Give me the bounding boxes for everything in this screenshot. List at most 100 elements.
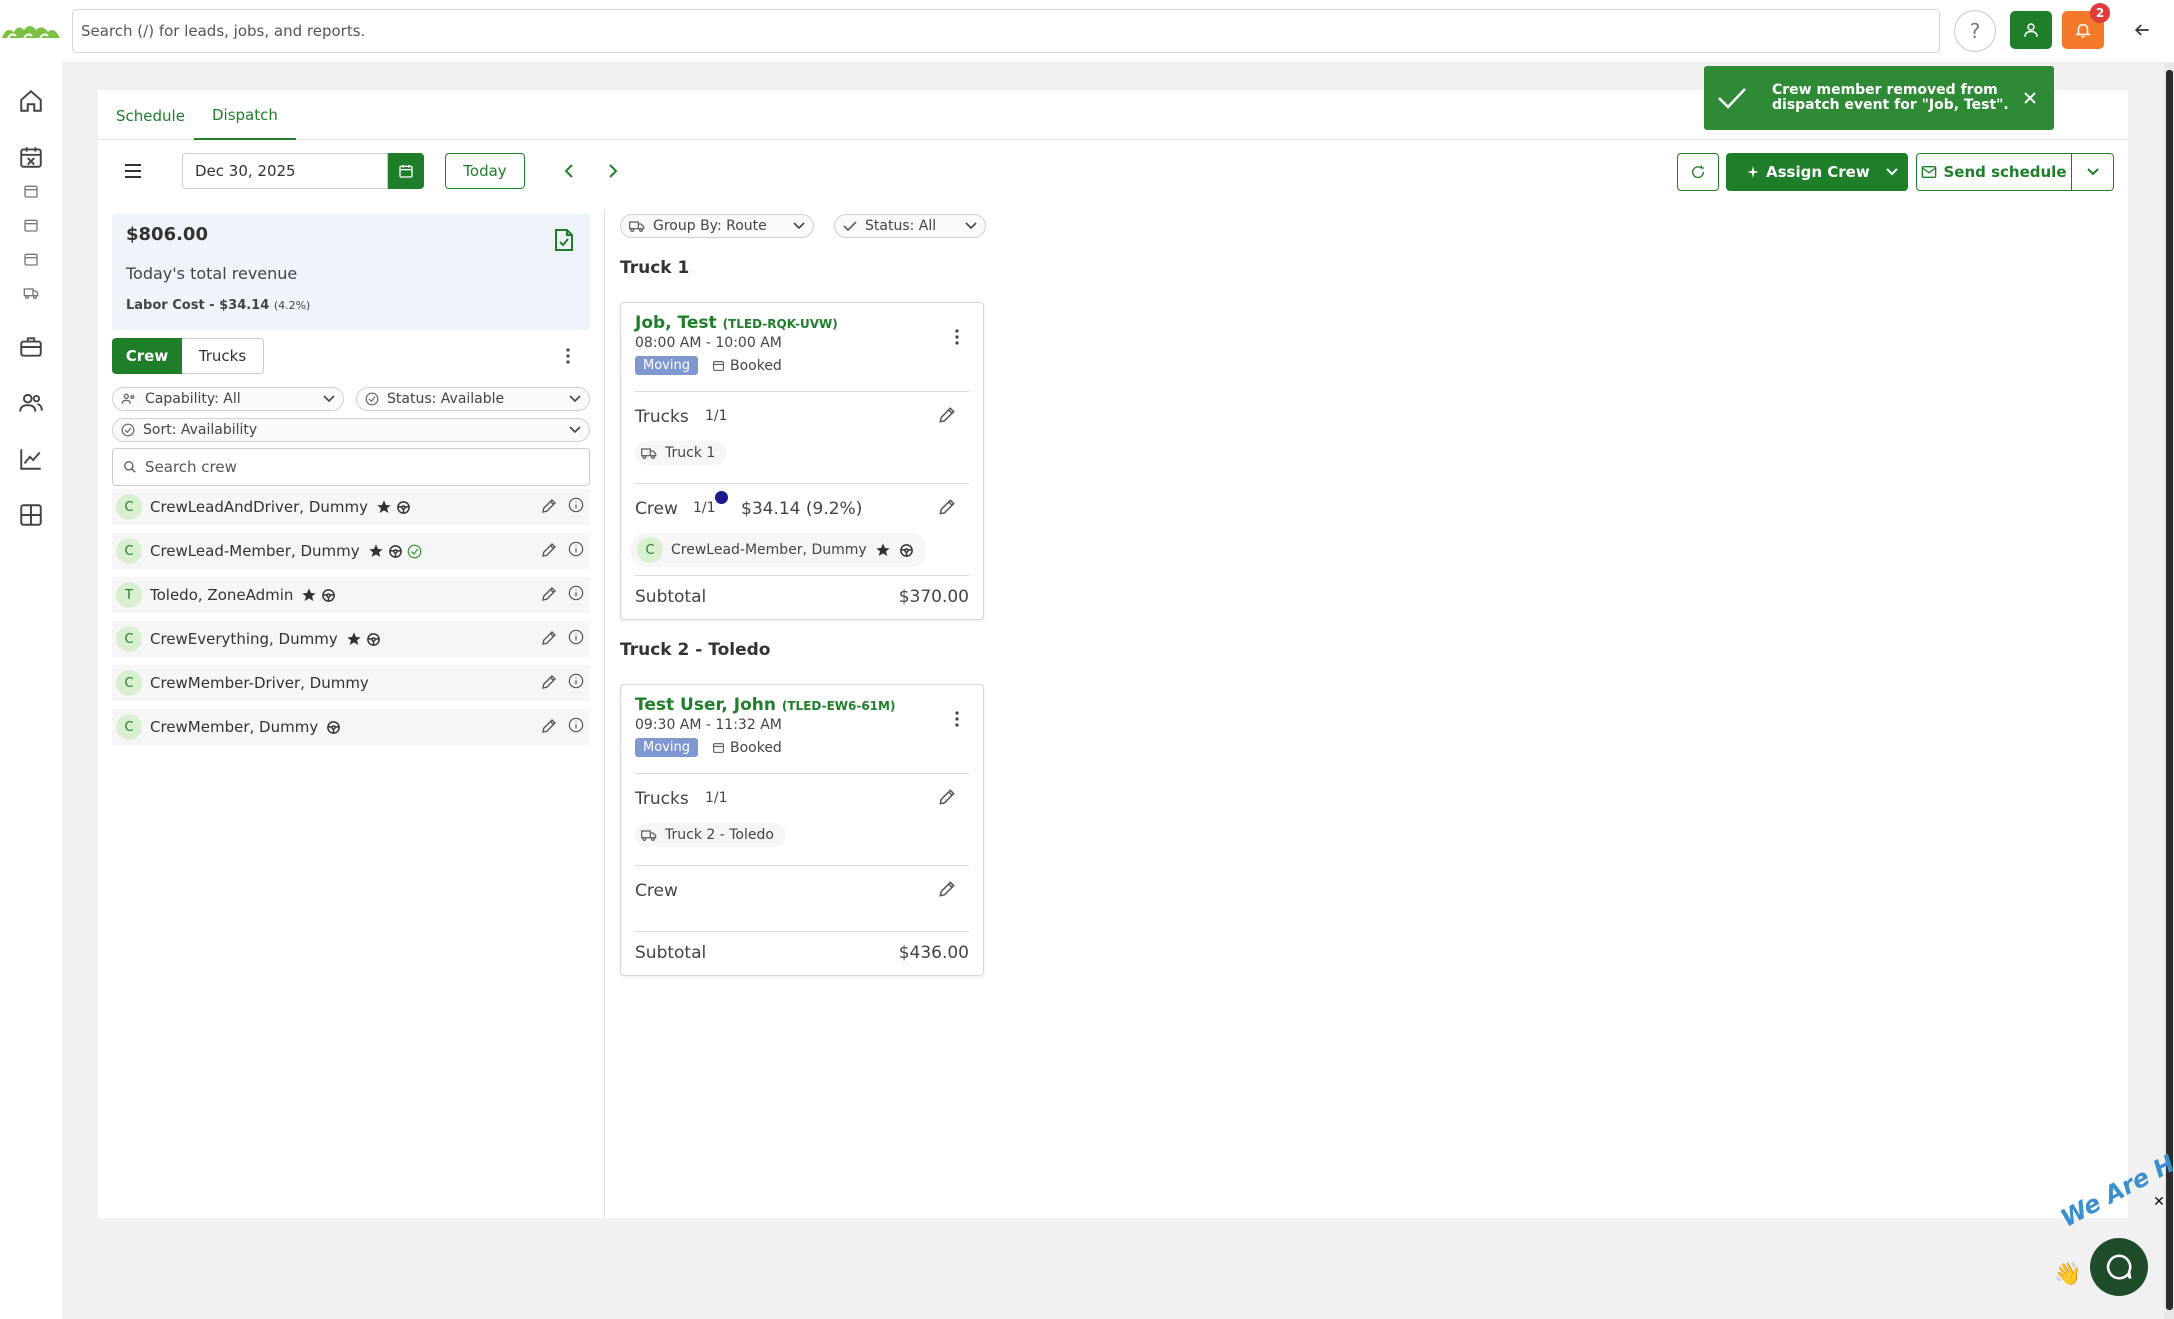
chat-launcher-button[interactable]: [2090, 1238, 2148, 1296]
date-input[interactable]: Dec 30, 2025: [182, 153, 388, 189]
calendar-dispatch-icon[interactable]: [16, 142, 46, 172]
status-filter[interactable]: Status: Available: [356, 387, 590, 411]
chat-close-button[interactable]: ✕: [2152, 1194, 2166, 1210]
menu-toggle-button[interactable]: [120, 158, 146, 184]
edit-trucks-button[interactable]: [937, 405, 959, 427]
previous-day-button[interactable]: [556, 158, 582, 184]
job-time: 09:30 AM - 11:32 AM: [635, 717, 782, 733]
info-icon: [568, 541, 584, 557]
capability-filter[interactable]: Capability: All: [112, 387, 344, 411]
crew-member-chip[interactable]: C CrewLead-Member, Dummy: [631, 533, 926, 567]
revenue-report-icon[interactable]: [553, 228, 577, 252]
revenue-label: Today's total revenue: [126, 264, 298, 283]
crew-badges: [301, 587, 336, 603]
chat-bubble-icon: [2106, 1254, 2132, 1280]
crew-row-actions: [540, 629, 584, 647]
edit-crew-member-button[interactable]: [540, 541, 558, 559]
edit-crew-member-button[interactable]: [540, 497, 558, 515]
waving-hand-icon: 👋: [2054, 1262, 2082, 1287]
job-code: (TLED-EW6-61M): [781, 699, 896, 713]
edit-crew-member-button[interactable]: [540, 717, 558, 735]
route-title: Truck 2 - Toledo: [620, 640, 771, 660]
segment-crew[interactable]: Crew: [112, 338, 182, 374]
avatar: C: [116, 538, 142, 564]
company-logo[interactable]: [0, 16, 62, 46]
crew-list-item[interactable]: C CrewEverything, Dummy: [112, 621, 590, 657]
tab-dispatch[interactable]: Dispatch: [194, 92, 296, 140]
people-icon[interactable]: [16, 388, 46, 418]
crew-member-info-button[interactable]: [568, 673, 584, 691]
group-by-filter[interactable]: Group By: Route: [620, 214, 814, 238]
edit-trucks-button[interactable]: [937, 787, 959, 809]
crew-member-info-button[interactable]: [568, 585, 584, 603]
status-filter-label: Status: Available: [387, 391, 505, 407]
briefcase-icon[interactable]: [16, 332, 46, 362]
crew-count: 1/1: [693, 500, 716, 516]
job-name[interactable]: Job, Test (TLED-RQK-UVW): [635, 313, 838, 333]
edit-crew-member-button[interactable]: [540, 629, 558, 647]
calendar-sub-icon-1[interactable]: [22, 182, 40, 200]
kebab-icon: [566, 348, 570, 364]
avatar: T: [116, 582, 142, 608]
segment-trucks[interactable]: Trucks: [182, 338, 264, 374]
help-icon: ?: [1969, 19, 1981, 43]
calendar-picker-button[interactable]: [388, 153, 424, 189]
crew-member-info-button[interactable]: [568, 629, 584, 647]
edit-crew-member-button[interactable]: [540, 673, 558, 691]
job-card[interactable]: Test User, John (TLED-EW6-61M) 09:30 AM …: [620, 684, 984, 976]
today-button[interactable]: Today: [445, 153, 525, 189]
check-circle-icon: [121, 423, 135, 437]
chevron-down-icon: [1886, 168, 1898, 176]
crew-list-item[interactable]: T Toledo, ZoneAdmin: [112, 577, 590, 613]
user-profile-button[interactable]: [2010, 11, 2052, 49]
chevron-down-icon: [793, 222, 805, 230]
route-title: Truck 1: [620, 258, 690, 278]
panel-divider: [604, 210, 605, 1218]
crew-name: CrewMember-Driver, Dummy: [150, 674, 369, 692]
send-schedule-dropdown[interactable]: [2072, 153, 2114, 191]
crew-member-info-button[interactable]: [568, 717, 584, 735]
tab-schedule[interactable]: Schedule: [98, 92, 203, 140]
edit-crew-member-button[interactable]: [540, 585, 558, 603]
calendar-sub-icon-2[interactable]: [22, 216, 40, 234]
job-menu-button[interactable]: [947, 325, 967, 349]
assign-crew-button[interactable]: Assign Crew: [1726, 153, 1908, 191]
notification-count-badge: 2: [2090, 3, 2110, 23]
sort-filter[interactable]: Sort: Availability: [112, 418, 590, 442]
next-day-button[interactable]: [600, 158, 626, 184]
home-icon[interactable]: [16, 86, 46, 116]
calendar-sub-icon-3[interactable]: [22, 250, 40, 268]
crew-badges: [326, 720, 341, 735]
scrollbar-thumb[interactable]: [2166, 70, 2173, 1310]
assign-crew-dropdown[interactable]: [1876, 167, 1908, 177]
job-menu-button[interactable]: [947, 707, 967, 731]
revenue-amount: $806.00: [126, 224, 208, 245]
crew-member-info-button[interactable]: [568, 541, 584, 559]
reports-chart-icon[interactable]: [16, 444, 46, 474]
crew-list-item[interactable]: C CrewLeadAndDriver, Dummy: [112, 489, 590, 525]
toast-close-button[interactable]: [2010, 91, 2050, 105]
refresh-button[interactable]: [1677, 153, 1719, 191]
edit-crew-button[interactable]: [937, 879, 959, 901]
collapse-back-button[interactable]: [2128, 16, 2156, 44]
job-card[interactable]: Job, Test (TLED-RQK-UVW) 08:00 AM - 10:0…: [620, 302, 984, 620]
edit-crew-button[interactable]: [937, 497, 959, 519]
hamburger-icon: [125, 164, 141, 178]
crew-member-info-button[interactable]: [568, 497, 584, 515]
apps-grid-icon[interactable]: [16, 500, 46, 530]
crew-list-item[interactable]: C CrewMember, Dummy: [112, 709, 590, 745]
crew-label: Crew: [635, 881, 678, 901]
crew-list-item[interactable]: C CrewLead-Member, Dummy: [112, 533, 590, 569]
global-search-input[interactable]: Search (/) for leads, jobs, and reports.: [72, 9, 1940, 53]
help-button[interactable]: ?: [1954, 10, 1996, 52]
dispatch-status-filter[interactable]: Status: All: [834, 214, 986, 238]
send-schedule-button[interactable]: Send schedule: [1916, 153, 2072, 191]
crew-panel-menu-button[interactable]: [558, 344, 578, 368]
crew-list-item[interactable]: C CrewMember-Driver, Dummy: [112, 665, 590, 701]
truck-sub-icon[interactable]: [22, 284, 40, 302]
crew-cost: $34.14 (9.2%): [741, 499, 863, 519]
star-icon: [368, 544, 383, 557]
crew-search-input[interactable]: Search crew: [112, 448, 590, 486]
pencil-icon: [939, 499, 955, 515]
job-name[interactable]: Test User, John (TLED-EW6-61M): [635, 695, 895, 715]
